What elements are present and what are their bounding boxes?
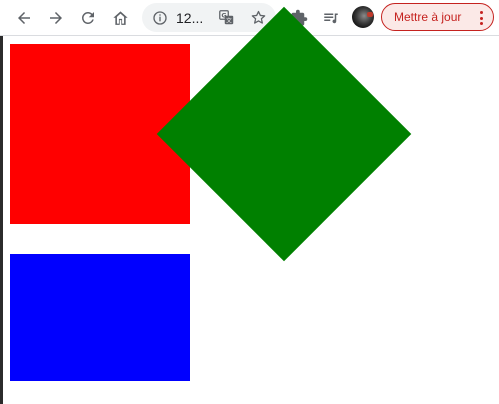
browser-window: 12... G 文 Mettre à jour [0,0,499,404]
page-content [0,6,499,404]
address-bar[interactable]: 12... G 文 [142,3,276,32]
kebab-menu-icon[interactable] [479,11,483,25]
star-icon[interactable] [250,9,267,26]
media-queue-icon [324,13,338,24]
update-button[interactable]: Mettre à jour [381,3,494,31]
translate-icon[interactable]: G 文 [218,9,235,26]
forward-arrow-icon [50,12,62,24]
back-arrow-icon [18,12,30,24]
browser-toolbar: 12... G 文 Mettre à jour [0,0,499,36]
reload-button[interactable] [75,5,101,31]
info-icon[interactable] [151,9,168,26]
back-button[interactable] [11,5,37,31]
profile-avatar[interactable] [352,6,374,28]
update-button-label: Mettre à jour [394,10,462,24]
blue-rectangle [10,254,190,381]
media-queue-button[interactable] [318,5,344,31]
reload-icon [81,11,94,24]
green-diamond [156,6,412,262]
address-text: 12... [176,10,204,26]
forward-button[interactable] [43,5,69,31]
home-button[interactable] [107,5,133,31]
home-icon [112,10,128,25]
